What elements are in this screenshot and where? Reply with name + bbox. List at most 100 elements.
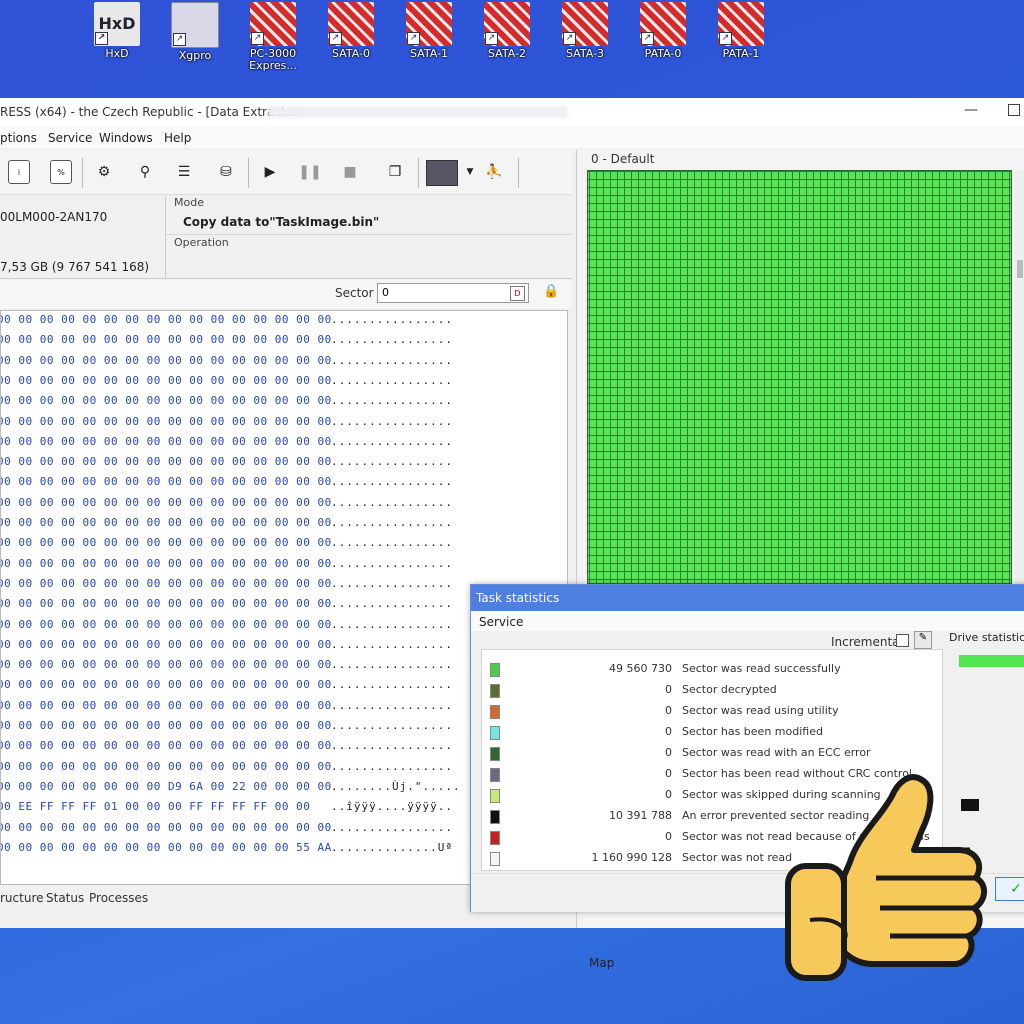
hex-bytes: 00 00 00 00 00 00 00 00 00 00 00 00 00 0… bbox=[0, 617, 332, 631]
statistics-row: 49 560 730 Sector was read successfully bbox=[482, 658, 942, 679]
hex-bytes: 00 00 00 00 00 00 00 00 00 00 00 00 00 0… bbox=[0, 455, 332, 469]
map-scrollbar[interactable] bbox=[1015, 170, 1024, 590]
sector-input[interactable]: 0 D bbox=[377, 283, 529, 303]
hex-bytes: 00 00 00 00 00 00 00 00 00 00 00 00 00 0… bbox=[0, 536, 332, 550]
info-icon[interactable]: i bbox=[8, 160, 30, 184]
hxd-icon: HxD ↗ bbox=[94, 2, 140, 46]
desktop-icon-label: PATA-0 bbox=[644, 47, 682, 60]
windows-icon[interactable]: ❐ bbox=[383, 160, 407, 184]
hex-ascii: ................ bbox=[331, 597, 453, 611]
shortcut-arrow-icon: ↗ bbox=[407, 32, 420, 45]
desktop-icon-label: SATA-0 bbox=[332, 47, 370, 60]
hex-bytes: 00 00 00 00 00 00 00 00 00 00 00 00 00 0… bbox=[0, 576, 332, 590]
stop-icon[interactable]: ■ bbox=[338, 160, 362, 184]
sector-bar: Sector 0 D 🔒 bbox=[0, 280, 572, 308]
toolbar: i % ⚙ ⚲ ☰ ⛁ ▶ ❚❚ ■ ❐ ▼ ⛹ bbox=[0, 150, 572, 195]
lock-icon[interactable]: 🔒 bbox=[543, 284, 559, 299]
panel-divider bbox=[166, 234, 572, 235]
statistics-description: Sector was read successfully bbox=[682, 662, 841, 675]
menu-options[interactable]: ptions bbox=[0, 131, 37, 145]
shortcut-arrow-icon: ↗ bbox=[641, 32, 654, 45]
dialog-menu-service[interactable]: Service bbox=[479, 615, 523, 629]
binoculars-icon[interactable]: ⚲ bbox=[133, 160, 157, 184]
hex-ascii: ................ bbox=[331, 658, 453, 672]
drive-model: 00LM000-2AN170 bbox=[0, 210, 108, 224]
legend-swatch bbox=[490, 768, 500, 782]
desktop-icon[interactable]: ↗ SATA-3 bbox=[554, 2, 616, 60]
thumbs-up-icon bbox=[785, 774, 987, 981]
statistics-count: 0 bbox=[665, 683, 672, 696]
hex-bytes: 00 00 00 00 00 00 00 00 00 00 00 00 00 0… bbox=[0, 434, 332, 448]
edit-icon[interactable]: ✎ bbox=[914, 631, 932, 649]
statistics-row: 0 Sector has been modified bbox=[482, 721, 942, 742]
play-icon[interactable]: ▶ bbox=[258, 160, 282, 184]
tab-structure[interactable]: ructure bbox=[0, 891, 44, 905]
window-title: RESS (x64) - the Czech Republic - [Data … bbox=[0, 105, 306, 119]
hex-ascii: ................ bbox=[331, 394, 453, 408]
hex-ascii: ................ bbox=[331, 556, 453, 570]
hex-ascii: ................ bbox=[331, 313, 453, 326]
mode-label: Mode bbox=[174, 196, 204, 209]
chevron-down-icon[interactable]: ▼ bbox=[458, 160, 482, 184]
image-icon[interactable] bbox=[426, 160, 458, 186]
statistics-count: 0 bbox=[665, 746, 672, 759]
desktop-icon[interactable]: ↗ SATA-1 bbox=[398, 2, 460, 60]
desktop-icon[interactable]: ↗ PC-3000 Expres... bbox=[242, 2, 304, 72]
legend-swatch bbox=[490, 747, 500, 761]
menu-help[interactable]: Help bbox=[164, 131, 191, 145]
tab-processes[interactable]: Processes bbox=[89, 891, 148, 905]
toolbar-divider bbox=[518, 158, 519, 188]
hex-ascii: ................ bbox=[331, 820, 453, 834]
maximize-icon[interactable] bbox=[1008, 104, 1020, 116]
hex-bytes: 00 00 00 00 00 00 00 00 D9 6A 00 22 00 0… bbox=[0, 779, 332, 793]
map-scrollbar-thumb[interactable] bbox=[1017, 260, 1023, 278]
desktop-icon[interactable]: ↗ PATA-1 bbox=[710, 2, 772, 60]
desktop-icon[interactable]: ↗ SATA-2 bbox=[476, 2, 538, 60]
legend-swatch bbox=[490, 705, 500, 719]
percent-icon[interactable]: % bbox=[50, 160, 72, 184]
hex-ascii: ................ bbox=[331, 637, 453, 651]
disk-icon[interactable]: ⛁ bbox=[214, 160, 238, 184]
hex-bytes: 00 00 00 00 00 00 00 00 00 00 00 00 00 0… bbox=[0, 678, 332, 692]
pause-icon[interactable]: ❚❚ bbox=[298, 160, 322, 184]
shortcut-arrow-icon: ↗ bbox=[173, 33, 186, 46]
dialog-menu: Service bbox=[471, 611, 1024, 631]
hex-bytes: 00 00 00 00 00 00 00 00 00 00 00 00 00 0… bbox=[0, 637, 332, 651]
hex-bytes: 00 00 00 00 00 00 00 00 00 00 00 00 00 0… bbox=[0, 373, 332, 387]
sector-map-grid[interactable] bbox=[587, 170, 1012, 584]
exit-icon[interactable]: ⛹ bbox=[482, 160, 506, 184]
pc3000-icon: ↗ bbox=[640, 2, 686, 46]
legend-swatch bbox=[490, 831, 500, 845]
toolbar-divider bbox=[418, 158, 419, 188]
tab-status[interactable]: Status bbox=[46, 891, 84, 905]
drive-info-panel: 00LM000-2AN170 7,53 GB (9 767 541 168) M… bbox=[0, 196, 572, 279]
hex-ascii: ................ bbox=[331, 434, 453, 448]
statistics-row: 0 Sector was read using utility bbox=[482, 700, 942, 721]
desktop-icon-label: PC-3000 Expres... bbox=[249, 47, 297, 72]
hex-ascii: ................ bbox=[331, 414, 453, 428]
dialog-title: Task statistics bbox=[476, 591, 560, 605]
desktop-icon-label: SATA-1 bbox=[410, 47, 448, 60]
pc3000-icon: ↗ bbox=[718, 2, 764, 46]
incremental-label: Incremental bbox=[831, 635, 903, 649]
menu-windows[interactable]: Windows bbox=[99, 131, 153, 145]
menu-service[interactable]: Service bbox=[48, 131, 92, 145]
hex-ascii: ........Ùj."..... bbox=[331, 779, 461, 793]
desktop-icon[interactable]: HxD ↗ HxD bbox=[86, 2, 148, 60]
desktop-icon[interactable]: ↗ Xgpro bbox=[164, 2, 226, 62]
hex-ascii: ................ bbox=[331, 576, 453, 590]
incremental-checkbox[interactable] bbox=[896, 634, 909, 647]
tools-icon[interactable]: ⚙ bbox=[92, 160, 116, 184]
minimize-icon[interactable]: — bbox=[964, 102, 978, 118]
desktop-icon[interactable]: ↗ SATA-0 bbox=[320, 2, 382, 60]
map-label: Map bbox=[589, 956, 615, 970]
desktop-icon[interactable]: ↗ PATA-0 bbox=[632, 2, 694, 60]
hex-ascii: ..............Uª bbox=[331, 840, 453, 854]
filter-icon[interactable]: ☰ bbox=[172, 160, 196, 184]
operation-label: Operation bbox=[174, 236, 229, 249]
statistics-count: 49 560 730 bbox=[609, 662, 672, 675]
goto-icon[interactable]: D bbox=[510, 286, 525, 301]
xgpro-icon: ↗ bbox=[171, 2, 219, 48]
ok-button[interactable]: ✓ bbox=[995, 877, 1024, 901]
shortcut-arrow-icon: ↗ bbox=[563, 32, 576, 45]
